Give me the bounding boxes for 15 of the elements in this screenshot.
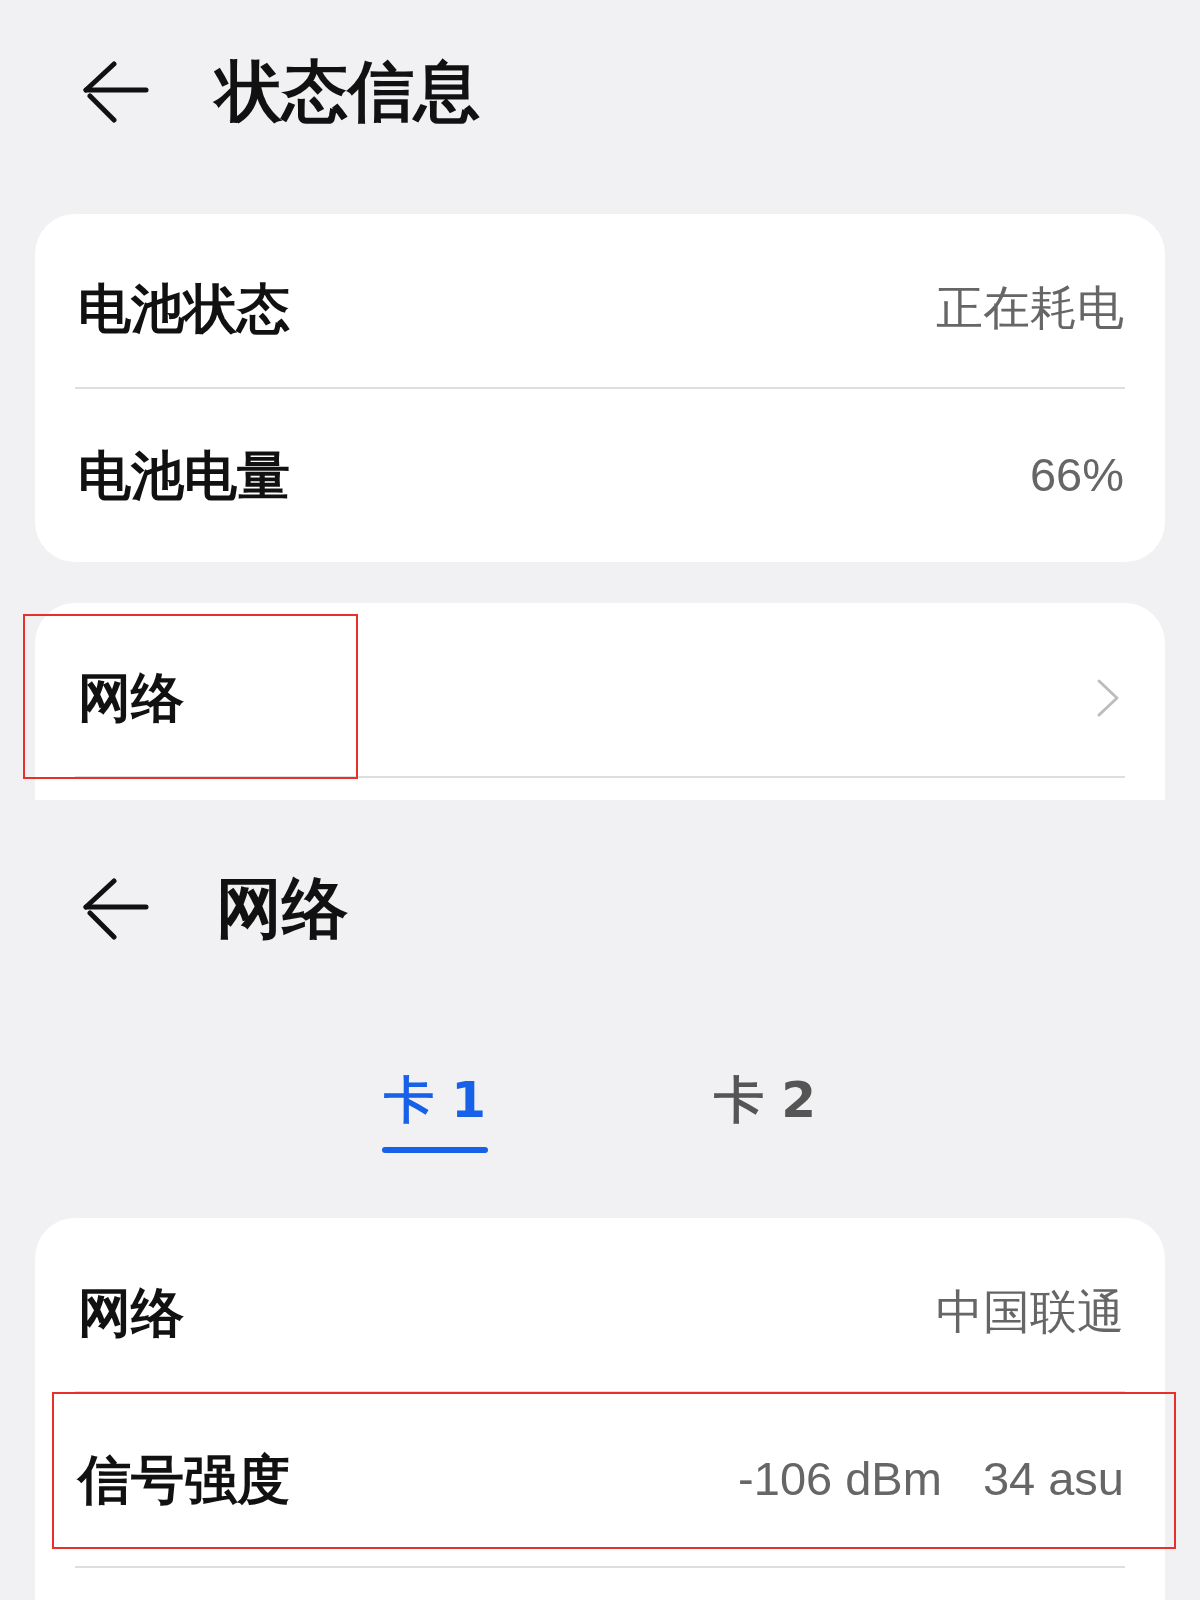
sim-tab[interactable]: 卡 1 bbox=[315, 1060, 555, 1153]
back-arrow-icon[interactable] bbox=[83, 878, 149, 940]
row-value: -106 dBm bbox=[738, 1451, 942, 1508]
row-value: 中国联通 bbox=[936, 1284, 1124, 1341]
sim-tab[interactable]: 卡 2 bbox=[645, 1060, 885, 1153]
row-value: 66% bbox=[1029, 447, 1124, 504]
row-value: 34 asu bbox=[982, 1451, 1124, 1508]
back-arrow-icon[interactable] bbox=[83, 61, 149, 123]
row-label: 电池电量 bbox=[78, 443, 290, 508]
row-label: 电池状态 bbox=[78, 276, 290, 341]
row-label: 信号强度 bbox=[78, 1447, 290, 1512]
row-label: 网络 bbox=[78, 1280, 184, 1345]
page-title: 网络 bbox=[216, 872, 348, 946]
row-value: 正在耗电 bbox=[936, 280, 1124, 337]
row-label[interactable]: 网络 bbox=[78, 665, 184, 730]
